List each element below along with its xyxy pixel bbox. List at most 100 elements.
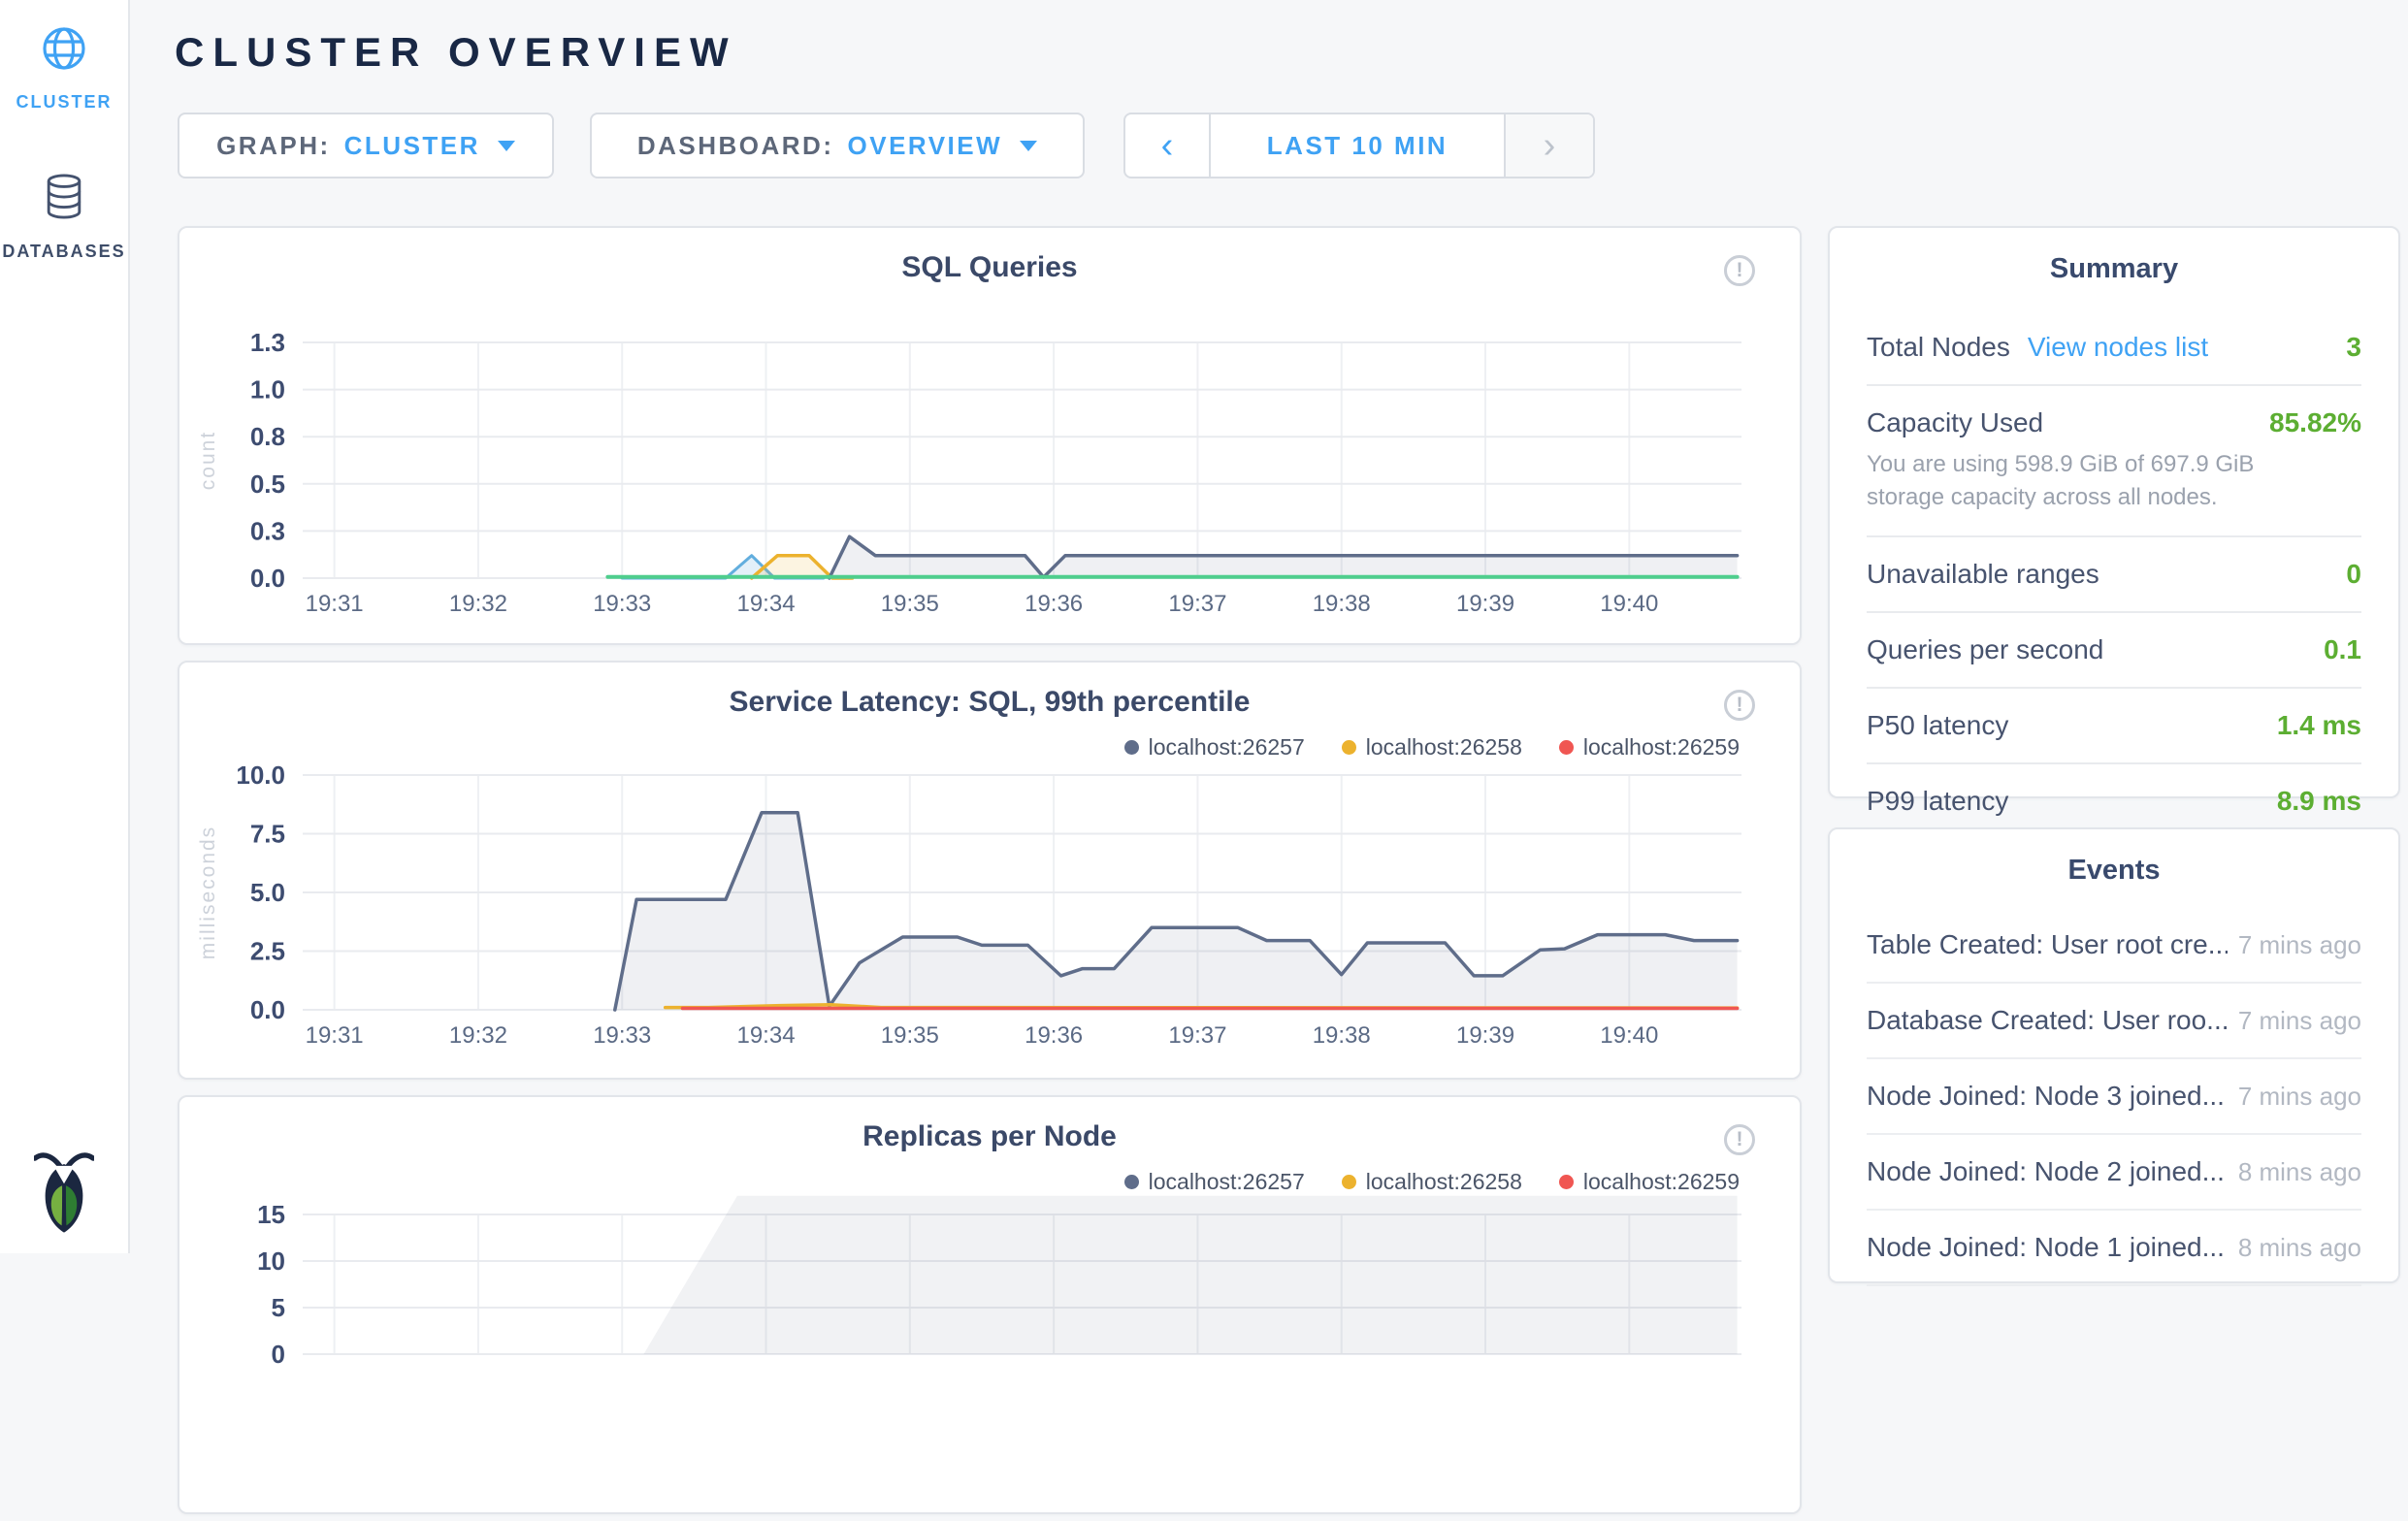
sidebar-item-label: DATABASES [2,242,125,262]
event-text: Table Created: User root cre... [1867,929,2228,960]
summary-row-label: Queries per second [1867,634,2103,665]
events-title: Events [1867,829,2361,887]
graph-dropdown-label: GRAPH: [216,131,331,161]
svg-text:19:33: 19:33 [593,1022,651,1049]
summary-panel: Summary Total Nodes View nodes list 3 Ca… [1828,226,2400,798]
svg-text:19:39: 19:39 [1456,591,1514,617]
svg-text:19:35: 19:35 [881,591,939,617]
svg-text:19:33: 19:33 [593,591,651,617]
svg-text:19:32: 19:32 [449,591,507,617]
summary-row-value: 0 [2346,559,2361,590]
svg-text:5.0: 5.0 [250,878,285,907]
event-row[interactable]: Database Created: User roo... 7 mins ago [1867,984,2361,1059]
svg-text:milliseconds: milliseconds [197,825,219,959]
sidebar-item-cluster[interactable]: CLUSTER [0,0,128,113]
summary-list: Total Nodes View nodes list 3 Capacity U… [1867,310,2361,838]
svg-text:10.0: 10.0 [236,760,285,790]
summary-row-unavailable-ranges: Unavailable ranges 0 [1867,537,2361,613]
sql-queries-chart-card: SQL Queries ! 0.00.30.50.81.01.319:3119:… [178,226,1802,645]
event-time: 8 mins ago [2238,1157,2361,1187]
view-nodes-list-link[interactable]: View nodes list [2028,332,2208,363]
event-text: Database Created: User roo... [1867,1005,2228,1036]
chart-plot: 151050 [179,1097,1804,1521]
chart-plot: 0.0 2.5 5.0 7.5 10.0 19:31 19:32 19:33 19:34 19:3… [179,663,1804,1086]
event-time: 7 mins ago [2238,1006,2361,1036]
summary-row-value: 85.82% [2269,407,2361,438]
summary-row-label: P99 latency [1867,786,2008,817]
summary-row-label: Total Nodes [1867,332,2010,363]
svg-text:19:37: 19:37 [1168,1022,1226,1049]
svg-text:19:39: 19:39 [1456,1022,1514,1049]
sidebar-item-label: CLUSTER [16,92,113,113]
svg-text:1.0: 1.0 [250,375,285,405]
svg-text:19:38: 19:38 [1313,1022,1371,1049]
svg-text:19:38: 19:38 [1313,591,1371,617]
chart-plot: 0.00.30.50.81.01.319:3119:3219:3319:3419… [179,228,1804,652]
sidebar: CLUSTER DATABASES [0,0,130,1253]
page-title: CLUSTER OVERVIEW [175,29,737,76]
svg-text:19:31: 19:31 [306,1022,364,1049]
timerange-value[interactable]: LAST 10 MIN [1211,114,1504,177]
main-content: CLUSTER OVERVIEW GRAPH: CLUSTER DASHBOAR… [130,0,2408,1253]
svg-text:19:40: 19:40 [1600,591,1658,617]
event-row[interactable]: Node Joined: Node 2 joined...8 mins ago [1867,1135,2361,1211]
svg-text:0.0: 0.0 [250,995,285,1024]
dashboard-dropdown-label: DASHBOARD: [637,131,834,161]
svg-text:10: 10 [257,1246,285,1276]
summary-row-value: 0.1 [2324,634,2361,665]
summary-row-p50: P50 latency 1.4 ms [1867,689,2361,764]
svg-text:19:34: 19:34 [736,591,795,617]
capacity-caption: You are using 598.9 GiB of 697.9 GiB sto… [1867,448,2323,514]
event-text: Node Joined: Node 1 joined... [1867,1232,2225,1263]
chevron-down-icon [498,141,515,151]
svg-text:19:35: 19:35 [881,1022,939,1049]
dashboard-dropdown-value: OVERVIEW [848,131,1003,161]
svg-text:0.0: 0.0 [250,564,285,593]
service-latency-chart-card: Service Latency: SQL, 99th percentile ! … [178,661,1802,1080]
event-time: 7 mins ago [2238,1082,2361,1112]
events-list: Table Created: User root cre... 7 mins ag… [1867,908,2361,1286]
sql-queries-canvas: 0.00.30.50.81.01.319:3119:3219:3319:3419… [179,228,1804,647]
summary-row-capacity: Capacity Used 85.82% You are using 598.9… [1867,386,2361,537]
svg-text:19:36: 19:36 [1025,591,1083,617]
timerange-prev-button[interactable]: ‹ [1125,114,1211,177]
timerange-control: ‹ LAST 10 MIN › [1123,113,1595,178]
dashboard-dropdown[interactable]: DASHBOARD: OVERVIEW [590,113,1085,178]
svg-text:2.5: 2.5 [250,937,285,966]
service-latency-canvas: 0.0 2.5 5.0 7.5 10.0 19:31 19:32 19:33 19:34 19:3… [179,663,1804,1082]
svg-text:19:36: 19:36 [1025,1022,1083,1049]
event-text: Node Joined: Node 3 joined... [1867,1081,2225,1112]
sidebar-item-databases[interactable]: DATABASES [0,113,128,262]
event-time: 8 mins ago [2238,1233,2361,1263]
graph-dropdown-value: CLUSTER [344,131,480,161]
svg-text:0.8: 0.8 [250,422,285,451]
summary-row-qps: Queries per second 0.1 [1867,613,2361,689]
svg-text:7.5: 7.5 [250,820,285,849]
summary-row-total-nodes: Total Nodes View nodes list 3 [1867,310,2361,386]
dashboard-controls: GRAPH: CLUSTER DASHBOARD: OVERVIEW ‹ LAS… [178,113,1595,178]
event-row[interactable]: Table Created: User root cre... 7 mins ag… [1867,908,2361,984]
events-panel: Events Table Created: User root cre... 7 … [1828,827,2400,1283]
replicas-per-node-chart-card: Replicas per Node ! localhost:26257local… [178,1095,1802,1514]
svg-text:19:34: 19:34 [736,1022,795,1049]
summary-title: Summary [1867,228,2361,285]
replicas-per-node-canvas: 151050 [179,1097,1804,1516]
timerange-next-button[interactable]: › [1504,114,1593,177]
event-time: 7 mins ago [2238,930,2361,960]
svg-text:0: 0 [272,1340,285,1369]
svg-text:19:32: 19:32 [449,1022,507,1049]
event-row[interactable]: Node Joined: Node 1 joined... 8 mins ago [1867,1211,2361,1286]
svg-text:19:37: 19:37 [1168,591,1226,617]
summary-row-label: Unavailable ranges [1867,559,2099,590]
summary-row-label: Capacity Used [1867,407,2043,438]
cockroachdb-logo [34,1149,94,1240]
database-icon [42,173,86,226]
svg-text:19:40: 19:40 [1600,1022,1658,1049]
chevron-down-icon [1020,141,1037,151]
event-row[interactable]: Node Joined: Node 3 joined... 7 mins ago [1867,1059,2361,1135]
summary-row-value: 3 [2346,332,2361,363]
summary-row-value: 1.4 ms [2277,710,2361,741]
graph-dropdown[interactable]: GRAPH: CLUSTER [178,113,554,178]
svg-text:0.5: 0.5 [250,469,285,499]
svg-text:15: 15 [257,1200,285,1229]
